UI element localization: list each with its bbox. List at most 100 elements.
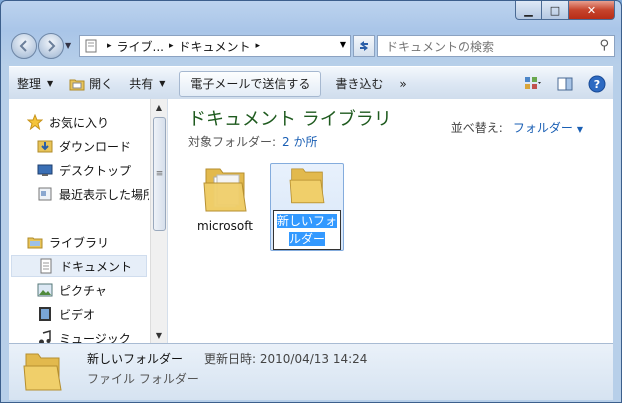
refresh-icon	[360, 41, 368, 51]
share-menu[interactable]: 共有 ▼	[121, 72, 173, 96]
nav-recent-places[interactable]: 最近表示した場所	[37, 183, 149, 205]
help-button[interactable]: ?	[585, 72, 609, 96]
breadcrumb-separator-icon[interactable]: ▸	[256, 41, 261, 51]
nav-documents[interactable]: ドキュメント	[11, 255, 147, 277]
nav-videos[interactable]: ビデオ	[37, 303, 149, 325]
back-button[interactable]	[11, 33, 37, 59]
file-name: microsoft	[197, 219, 253, 233]
documents-icon	[38, 258, 54, 274]
search-box[interactable]: ⚲	[377, 35, 615, 57]
recent-places-icon	[37, 186, 53, 202]
file-item-microsoft[interactable]: microsoft	[188, 163, 262, 233]
minimize-button[interactable]: ▁	[515, 1, 542, 20]
scroll-down-icon[interactable]: ▼	[151, 327, 167, 343]
rename-field[interactable]: 新しいフォ ルダー	[273, 210, 341, 250]
breadcrumb-separator-icon[interactable]: ▸	[107, 41, 112, 51]
nav-music-label: ミュージック	[59, 331, 131, 344]
address-dropdown-icon[interactable]: ▼	[340, 40, 346, 49]
libraries-icon	[27, 234, 43, 250]
locations-label: 対象フォルダー:	[188, 135, 277, 149]
burn-button[interactable]: 書き込む	[327, 72, 391, 96]
nav-desktop-label: デスクトップ	[59, 163, 132, 178]
nav-videos-label: ビデオ	[59, 307, 96, 322]
nav-downloads[interactable]: ダウンロード	[37, 135, 149, 157]
chevron-down-icon: ▼	[159, 79, 166, 88]
search-input[interactable]	[384, 37, 588, 57]
folder-icon	[289, 168, 325, 204]
svg-text:?: ?	[594, 78, 600, 91]
open-folder-icon	[69, 79, 85, 90]
library-title: ドキュメント ライブラリ	[188, 109, 392, 130]
pictures-icon	[37, 282, 53, 298]
preview-pane-icon	[557, 77, 573, 90]
maximize-button[interactable]: □	[542, 1, 569, 20]
forward-button[interactable]	[38, 33, 64, 59]
details-pane: 新しいフォルダー 更新日時: 2010/04/13 14:24 ファイル フォル…	[9, 343, 613, 400]
close-button[interactable]: ✕	[569, 1, 615, 20]
more-label: »	[399, 76, 407, 91]
breadcrumb-documents[interactable]: ドキュメント	[179, 38, 251, 55]
preview-pane-button[interactable]	[553, 72, 577, 96]
scroll-thumb[interactable]: ≡	[153, 117, 166, 231]
nav-desktop[interactable]: デスクトップ	[37, 159, 149, 181]
share-label: 共有	[129, 77, 154, 91]
nav-libraries-label: ライブラリ	[49, 235, 110, 250]
downloads-folder-icon	[37, 138, 53, 154]
arrange-label: 並べ替え:	[450, 121, 503, 135]
recent-pages-dropdown[interactable]: ▼	[65, 41, 71, 50]
view-options-icon	[525, 76, 541, 89]
change-view-button[interactable]	[521, 72, 545, 96]
rename-text-line1: 新しいフォ	[276, 214, 337, 228]
burn-label: 書き込む	[335, 77, 384, 91]
organize-label: 整理	[17, 77, 42, 91]
navigation-bar: ▼ ▸ ライブ... ▸ ドキュメント ▸ ▼ ⚲	[9, 33, 615, 59]
refresh-button[interactable]	[353, 35, 375, 57]
nav-pictures-label: ピクチャ	[59, 283, 107, 298]
caption-buttons: ▁ □ ✕	[515, 1, 615, 21]
nav-recent-label: 最近表示した場所	[59, 187, 149, 202]
chevron-down-icon: ▼	[47, 79, 54, 88]
breadcrumb-separator-icon[interactable]: ▸	[169, 41, 174, 51]
star-icon	[27, 114, 43, 130]
nav-downloads-label: ダウンロード	[59, 139, 132, 154]
explorer-window: ▁ □ ✕ ▼ ▸ ライブ... ▸ ドキュメント ▸ ▼ ドキュメントの検索 …	[0, 0, 622, 403]
nav-scrollbar[interactable]: ▲ ≡ ▼	[150, 99, 167, 343]
address-bar[interactable]: ▸ ライブ... ▸ ドキュメント ▸ ▼	[79, 35, 351, 57]
arrange-by: 並べ替え: フォルダー ▼	[451, 119, 583, 136]
details-name: 新しいフォルダー	[87, 352, 184, 366]
back-arrow-icon	[19, 40, 27, 52]
chevron-down-icon[interactable]: ▼	[577, 125, 583, 134]
folder-icon	[23, 353, 62, 391]
details-modified: 更新日時: 2010/04/13 14:24	[204, 352, 368, 366]
details-type: ファイル フォルダー	[87, 372, 199, 386]
help-icon: ?	[588, 75, 606, 92]
arrange-value[interactable]: フォルダー	[513, 121, 573, 135]
explorer-body: お気に入り ダウンロード デスクトップ 最近表示した場所 ライブラリ ドキュメン…	[9, 99, 613, 343]
open-button[interactable]: 開く	[61, 72, 121, 96]
document-library-icon	[85, 39, 97, 53]
scroll-up-icon[interactable]: ▲	[151, 99, 167, 115]
navigation-pane: お気に入り ダウンロード デスクトップ 最近表示した場所 ライブラリ ドキュメン…	[9, 99, 149, 343]
file-item-new-folder[interactable]: 新しいフォ ルダー	[270, 163, 344, 251]
nav-favorites[interactable]: お気に入り	[27, 111, 149, 133]
desktop-icon	[37, 162, 53, 178]
music-icon	[37, 330, 53, 343]
nav-pictures[interactable]: ピクチャ	[37, 279, 149, 301]
file-list-pane: ドキュメント ライブラリ 対象フォルダー: 2 か所 並べ替え: フォルダー ▼ mi…	[167, 99, 613, 343]
videos-icon	[37, 306, 53, 322]
forward-arrow-icon	[48, 40, 56, 52]
locations-link[interactable]: 2 か所	[282, 135, 317, 149]
folder-icon	[203, 168, 247, 212]
nav-documents-label: ドキュメント	[60, 259, 133, 274]
search-icon[interactable]: ⚲	[599, 38, 609, 53]
nav-libraries[interactable]: ライブラリ	[27, 231, 149, 253]
nav-favorites-label: お気に入り	[49, 115, 110, 130]
command-bar: 整理 ▼ 開く 共有 ▼ 電子メールで送信する 書き込む » ?	[9, 66, 613, 101]
organize-menu[interactable]: 整理 ▼	[9, 72, 61, 96]
nav-music[interactable]: ミュージック	[37, 327, 149, 343]
rename-text-line2: ルダー	[288, 232, 325, 246]
email-button[interactable]: 電子メールで送信する	[179, 70, 322, 97]
breadcrumb-libraries[interactable]: ライブ...	[117, 38, 164, 55]
email-label: 電子メールで送信する	[190, 77, 311, 91]
more-commands-button[interactable]: »	[391, 72, 414, 96]
